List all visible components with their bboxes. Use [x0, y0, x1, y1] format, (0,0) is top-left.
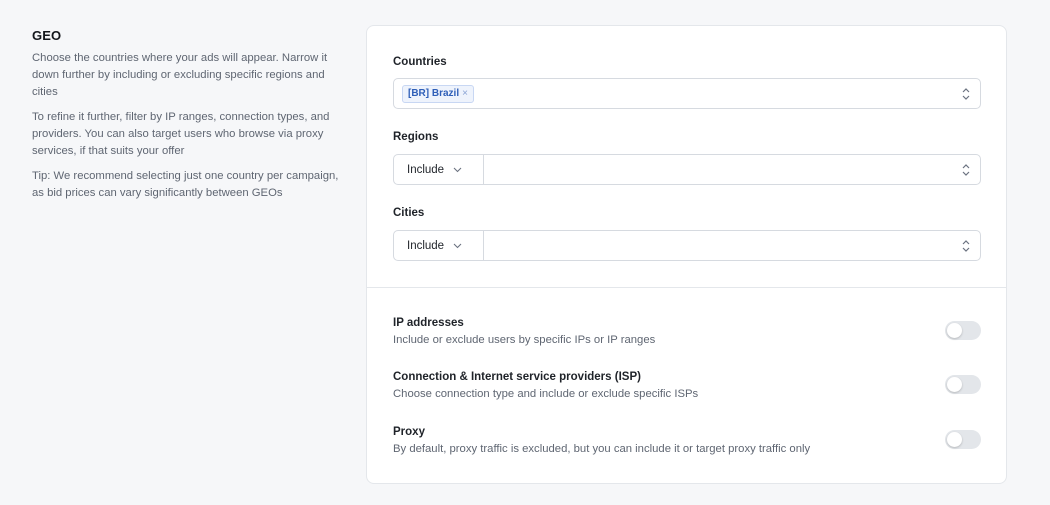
toggle-description: Choose connection type and include or ex…	[393, 388, 699, 400]
close-icon[interactable]: ×	[462, 86, 468, 102]
cities-mode-label: Include	[407, 239, 445, 252]
toggle-title: Proxy	[393, 426, 425, 438]
toggle-knob	[947, 323, 962, 338]
geo-description: GEO Choose the countries where your ads …	[32, 28, 344, 210]
country-tag: [BR] Brazil ×	[402, 85, 474, 103]
ip-addresses-row: IP addresses Include or exclude users by…	[393, 317, 981, 346]
toggle-title: IP addresses	[393, 317, 464, 329]
description-paragraph: Choose the countries where your ads will…	[32, 52, 328, 98]
proxy-toggle[interactable]	[945, 430, 981, 449]
isp-toggle[interactable]	[945, 375, 981, 394]
chevron-down-icon	[453, 167, 462, 172]
updown-chevron-icon	[962, 240, 970, 252]
cities-label: Cities	[393, 207, 425, 219]
section-title: GEO	[32, 28, 62, 43]
regions-label: Regions	[393, 131, 439, 143]
isp-row: Connection & Internet service providers …	[393, 371, 981, 400]
ip-addresses-toggle[interactable]	[945, 321, 981, 340]
chevron-down-icon	[453, 243, 462, 248]
toggle-title: Connection & Internet service providers …	[393, 371, 641, 383]
tip-paragraph: Tip: We recommend selecting just one cou…	[32, 170, 339, 199]
toggle-knob	[947, 432, 962, 447]
countries-label: Countries	[393, 56, 447, 68]
toggle-description: Include or exclude users by specific IPs…	[393, 334, 656, 346]
geo-settings-card: Countries [BR] Brazil × Regions Include …	[366, 25, 1007, 484]
proxy-row: Proxy By default, proxy traffic is exclu…	[393, 426, 981, 455]
regions-mode-dropdown[interactable]: Include	[394, 155, 484, 184]
description-paragraph: To refine it further, filter by IP range…	[32, 111, 330, 157]
regions-select[interactable]: Include	[393, 154, 981, 185]
section-divider	[367, 287, 1006, 288]
countries-select[interactable]: [BR] Brazil ×	[393, 78, 981, 109]
updown-chevron-icon	[962, 164, 970, 176]
toggle-knob	[947, 377, 962, 392]
updown-chevron-icon	[962, 88, 970, 100]
cities-select[interactable]: Include	[393, 230, 981, 261]
toggle-description: By default, proxy traffic is excluded, b…	[393, 443, 811, 455]
cities-mode-dropdown[interactable]: Include	[394, 231, 484, 260]
regions-mode-label: Include	[407, 163, 445, 176]
country-tag-label: [BR] Brazil	[408, 88, 460, 99]
